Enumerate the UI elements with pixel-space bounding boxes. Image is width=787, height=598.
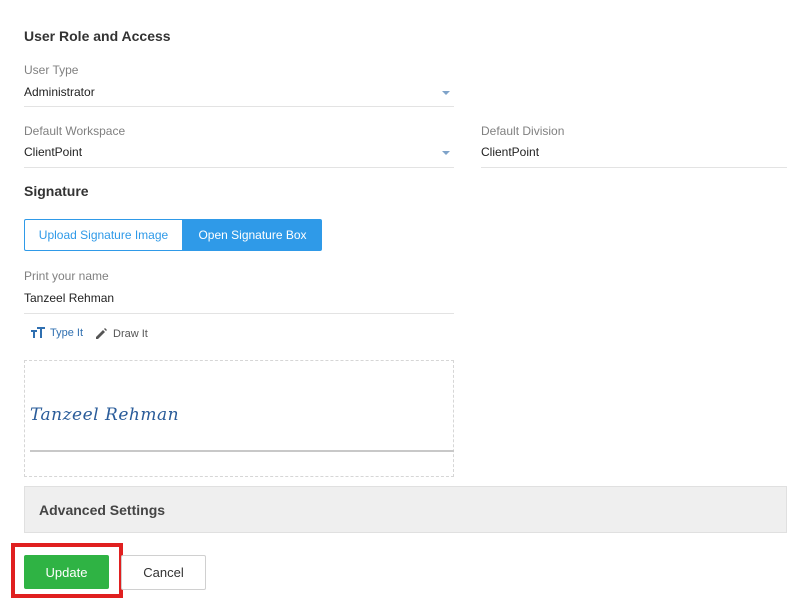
role-section-title: User Role and Access [24,28,171,44]
type-it-label: Type It [50,327,84,339]
advanced-settings-title: Advanced Settings [39,501,166,518]
type-it-tab[interactable]: Type It [31,327,83,339]
default-division-value: ClientPoint [481,145,540,159]
upload-signature-image-button[interactable]: Upload Signature Image [24,219,183,251]
default-workspace-value: ClientPoint [24,145,83,159]
default-division-underline [481,167,787,168]
user-type-underline [24,106,454,107]
chevron-down-icon [442,91,450,95]
pencil-icon [96,328,107,339]
default-workspace-select[interactable]: ClientPoint [24,141,454,168]
cancel-button[interactable]: Cancel [121,555,206,590]
user-type-label: User Type [24,63,79,77]
signature-box[interactable]: Tanzeel Rehman [24,360,454,477]
draw-it-label: Draw It [113,327,148,340]
default-workspace-underline [24,167,454,168]
default-workspace-label: Default Workspace [24,124,126,138]
advanced-settings-panel[interactable]: Advanced Settings [24,486,787,533]
signature-baseline [30,450,454,452]
user-type-select[interactable]: Administrator [24,80,454,107]
draw-it-tab[interactable]: Draw It [95,327,148,340]
default-division-field[interactable]: ClientPoint [481,141,787,168]
print-name-underline [24,313,454,314]
user-type-value: Administrator [24,85,95,99]
signature-section-title: Signature [24,183,89,199]
open-signature-box-button[interactable]: Open Signature Box [183,219,322,251]
print-name-label: Print your name [24,269,109,283]
default-division-label: Default Division [481,124,565,138]
chevron-down-icon [442,151,450,155]
signature-source-toggle: Upload Signature Image Open Signature Bo… [24,219,322,251]
print-name-input[interactable]: Tanzeel Rehman [24,286,454,314]
signature-preview: Tanzeel Rehman [30,405,180,425]
print-name-value: Tanzeel Rehman [24,291,115,305]
text-size-icon [31,327,45,338]
update-button[interactable]: Update [24,555,109,589]
